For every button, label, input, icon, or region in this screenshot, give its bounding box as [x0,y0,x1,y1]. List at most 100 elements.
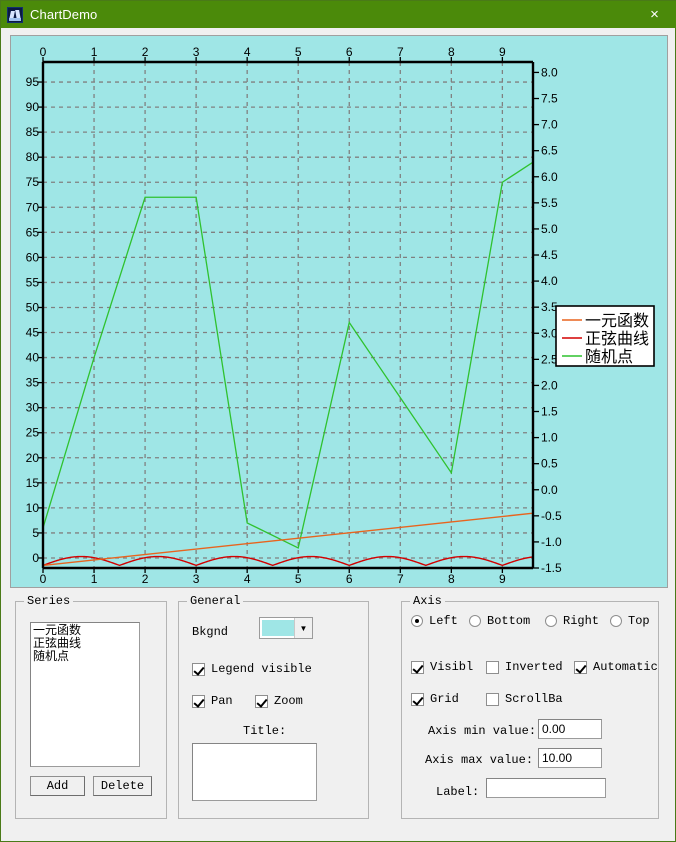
pan-checkbox[interactable]: Pan [192,694,233,708]
axis-automatic-label: Automatic [593,660,658,674]
title-label: Title: [243,724,287,738]
app-icon [7,6,23,23]
axis-radio-right[interactable]: Right [545,614,599,628]
svg-text:45: 45 [26,326,40,340]
general-group: General Bkgnd ▼ Legend visible Pan Zoom … [178,594,369,819]
svg-text:3: 3 [193,45,200,59]
svg-text:1: 1 [91,45,98,59]
chart-legend[interactable]: 一元函数正弦曲线随机点 [555,305,655,367]
checkbox-box [411,692,424,706]
axis-group: Axis Left Bottom Right Top Visibl Invert… [401,594,659,819]
svg-text:-1.0: -1.0 [541,535,562,549]
svg-text:7: 7 [397,45,404,59]
radio-circle [610,615,622,627]
svg-text:7.5: 7.5 [541,92,558,106]
svg-text:25: 25 [26,426,40,440]
title-bar: ChartDemo × [1,1,676,28]
axis-grid-checkbox[interactable]: Grid [411,692,459,706]
checkbox-box [486,660,499,674]
svg-text:5.5: 5.5 [541,196,558,210]
svg-text:-0.5: -0.5 [541,509,562,523]
axis-min-input[interactable]: 0.00 [538,719,602,739]
svg-text:55: 55 [26,275,40,289]
axis-radio-bottom[interactable]: Bottom [469,614,530,628]
axis-radio-top-label: Top [628,614,650,628]
svg-text:2: 2 [142,45,149,59]
svg-text:30: 30 [26,401,40,415]
series-group: Series 一元函数 正弦曲线 随机点 Add Delete [15,594,167,819]
chart-panel[interactable]: 0 1 2 3 4 5 6 7 8 9 0 1 2 3 4 5 6 7 8 9 0 5 10 15 20 25 30 35 40 45 50… [10,35,668,588]
svg-text:4: 4 [244,45,251,59]
axis-radio-bottom-label: Bottom [487,614,531,628]
checkbox-box [255,694,268,708]
svg-text:0: 0 [40,45,47,59]
checkbox-box [486,692,499,706]
axis-grid-label: Grid [430,692,459,706]
axis-automatic-checkbox[interactable]: Automatic [574,660,658,674]
svg-text:80: 80 [26,150,40,164]
svg-text:2: 2 [142,572,149,586]
legend-label: 随机点 [585,347,633,366]
axis-max-label: Axis max value: [425,753,534,767]
window-title: ChartDemo [30,7,98,22]
svg-text:1.5: 1.5 [541,405,558,419]
axis-min-label: Axis min value: [428,724,537,738]
svg-text:9: 9 [499,45,506,59]
radio-circle [469,615,481,627]
svg-text:85: 85 [26,125,40,139]
legend-visible-label: Legend visible [211,662,312,676]
axis-inverted-checkbox[interactable]: Inverted [486,660,563,674]
axis-scrollbar-checkbox[interactable]: ScrollBa [486,692,563,706]
svg-text:3: 3 [193,572,200,586]
add-button[interactable]: Add [30,776,85,796]
axis-radio-top[interactable]: Top [610,614,650,628]
svg-text:40: 40 [26,351,40,365]
axis-max-input[interactable]: 10.00 [538,748,602,768]
svg-text:90: 90 [26,100,40,114]
axis-label-input[interactable] [486,778,606,798]
svg-text:75: 75 [26,175,40,189]
bkgnd-color-dropdown[interactable]: ▼ [259,617,313,639]
svg-text:8.0: 8.0 [541,65,558,79]
axis-radio-left[interactable]: Left [411,614,458,628]
svg-text:9: 9 [499,572,506,586]
legend-visible-checkbox[interactable]: Legend visible [192,662,312,676]
chart-canvas[interactable]: 0 1 2 3 4 5 6 7 8 90 1 2 3 4 5 6 7 8 905101520253035404550… [11,36,667,587]
checkbox-box [574,660,587,674]
svg-text:8: 8 [448,45,455,59]
svg-text:-1.5: -1.5 [541,561,562,575]
svg-text:0.0: 0.0 [541,483,558,497]
chevron-down-icon[interactable]: ▼ [294,618,312,638]
svg-text:0: 0 [40,572,47,586]
series-listbox[interactable]: 一元函数 正弦曲线 随机点 [30,622,140,767]
axis-visible-checkbox[interactable]: Visibl [411,660,473,674]
axis-label-label: Label: [436,785,480,799]
svg-text:10: 10 [26,501,40,515]
delete-button[interactable]: Delete [93,776,152,796]
legend-label: 正弦曲线 [585,329,649,348]
svg-text:7.0: 7.0 [541,118,558,132]
svg-text:8: 8 [448,572,455,586]
svg-text:35: 35 [26,376,40,390]
application-window: ChartDemo × 0 1 2 3 4 5 6 7 8 9 0 1 2 3 4 5 6 7 8 9 0 5 10 15 20… [0,0,676,842]
checkbox-box [192,662,205,676]
svg-text:1.0: 1.0 [541,431,558,445]
svg-text:5.0: 5.0 [541,222,558,236]
radio-circle [411,615,423,627]
svg-text:6: 6 [346,572,353,586]
checkbox-box [192,694,205,708]
series-group-title: Series [24,594,74,608]
bkgnd-label: Bkgnd [192,625,229,639]
bkgnd-color-swatch [262,620,294,636]
checkbox-box [411,660,424,674]
title-input[interactable] [192,743,317,801]
svg-text:4.0: 4.0 [541,274,558,288]
zoom-label: Zoom [274,694,303,708]
svg-text:50: 50 [26,300,40,314]
axis-group-title: Axis [410,594,445,608]
list-item[interactable]: 随机点 [33,650,137,663]
zoom-checkbox[interactable]: Zoom [255,694,303,708]
svg-text:6.0: 6.0 [541,170,558,184]
svg-text:6: 6 [346,45,353,59]
close-icon[interactable]: × [632,1,676,28]
